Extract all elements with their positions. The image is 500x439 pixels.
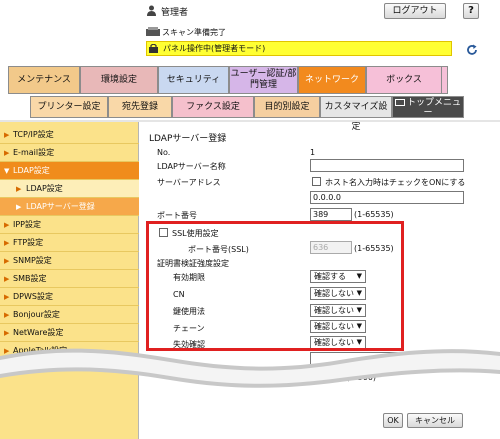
subtab-customize[interactable]: カスタマイズ設定 [320, 96, 392, 132]
arrow-right-icon: ▶ [16, 185, 22, 193]
sidebar-item-label: LDAP設定 [26, 184, 63, 193]
no-value: 1 [310, 148, 316, 157]
sidebar-item-label: IPP設定 [13, 220, 42, 229]
sidebar-item-label: TCP/IP設定 [13, 130, 54, 139]
sidebar-item-ftp[interactable]: ▶ FTP設定 [0, 234, 139, 252]
tab-network[interactable]: ネットワーク [298, 66, 366, 94]
tab-label: ボックス [386, 75, 422, 85]
tab-label-line2: 門管理 [249, 80, 277, 90]
tab-label: ネットワーク [304, 75, 359, 85]
refresh-icon[interactable] [466, 44, 478, 56]
tab-security[interactable]: セキュリティ [158, 66, 229, 94]
sidebar-item-label: Bonjour設定 [13, 310, 60, 319]
arrow-right-icon: ▶ [4, 131, 10, 139]
arrow-right-icon: ▶ [4, 149, 10, 157]
panel-status-banner: パネル操作中(管理者モード) [146, 41, 452, 56]
sidebar-item-label: LDAP設定 [13, 166, 50, 175]
torn-edge-overlay [0, 348, 500, 388]
ok-button[interactable]: OK [383, 413, 403, 428]
arrow-right-icon: ▶ [4, 239, 10, 247]
tab-label-line1: ユーザー認証/部 [230, 69, 297, 79]
tab-box[interactable]: ボックス [366, 66, 442, 94]
sidebar-item-smb[interactable]: ▶ SMB設定 [0, 270, 139, 288]
port-label: ポート番号 [157, 211, 197, 220]
arrow-right-icon: ▶ [16, 203, 22, 211]
sidebar-item-ldap[interactable]: ▼ LDAP設定 [0, 162, 139, 180]
sidebar-item-label: NetWare設定 [13, 328, 64, 337]
sidebar-item-bonjour[interactable]: ▶ Bonjour設定 [0, 306, 139, 324]
menu-icon [394, 99, 405, 106]
arrow-right-icon: ▶ [4, 221, 10, 229]
subtab-purpose[interactable]: 目的別設定 [254, 96, 320, 118]
tab-environment[interactable]: 環境設定 [80, 66, 158, 94]
highlight-frame [146, 221, 404, 351]
tab-user-auth[interactable]: ユーザー認証/部 門管理 [229, 66, 298, 94]
server-address-input[interactable]: 0.0.0.0 [310, 191, 464, 204]
admin-user-icon [147, 5, 156, 16]
arrow-right-icon: ▶ [4, 311, 10, 319]
port-range: (1-65535) [354, 210, 394, 219]
subtab-printer[interactable]: プリンター設定 [30, 96, 108, 118]
help-button[interactable]: ? [463, 3, 479, 19]
sidebar-item-ldap-server[interactable]: ▶ LDAPサーバー登録 [0, 198, 139, 216]
hostname-check-label: ホスト名入力時はチェックをONにする [325, 178, 466, 187]
logout-button[interactable]: ログアウト [384, 3, 446, 19]
sidebar-item-label: DPWS設定 [13, 292, 53, 301]
sidebar-item-snmp[interactable]: ▶ SNMP設定 [0, 252, 139, 270]
sidebar-item-dpws[interactable]: ▶ DPWS設定 [0, 288, 139, 306]
server-name-label: LDAPサーバー名称 [157, 162, 226, 171]
top-menu-label-line1: トップメニュー [406, 98, 461, 118]
arrow-right-icon: ▶ [4, 293, 10, 301]
sidebar-item-label: SMB設定 [13, 274, 47, 283]
subtab-fax[interactable]: ファクス設定 [172, 96, 254, 118]
server-name-input[interactable] [310, 159, 464, 172]
admin-label: 管理者 [161, 8, 189, 18]
sidebar-item-tcpip[interactable]: ▶ TCP/IP設定 [0, 126, 139, 144]
sidebar-item-email[interactable]: ▶ E-mail設定 [0, 144, 139, 162]
no-label: No. [157, 148, 171, 157]
sidebar-item-label: LDAPサーバー登録 [26, 202, 95, 211]
arrow-right-icon: ▶ [4, 257, 10, 265]
server-address-label: サーバーアドレス [157, 178, 221, 187]
hostname-checkbox[interactable] [312, 177, 321, 186]
port-input[interactable]: 389 [310, 208, 352, 221]
tab-label: メンテナンス [17, 75, 71, 85]
sidebar-item-label: SNMP設定 [13, 256, 52, 265]
tab-label: セキュリティ [166, 75, 221, 85]
sidebar-item-label: FTP設定 [13, 238, 44, 247]
panel-status-label: パネル操作中(管理者モード) [163, 44, 266, 53]
lock-icon [149, 44, 158, 53]
scan-status: スキャン準備完了 [162, 28, 226, 37]
page-title: LDAPサーバー登録 [149, 134, 227, 144]
tab-maintenance[interactable]: メンテナンス [8, 66, 80, 94]
subtab-top-menu[interactable]: トップメニュー へ [392, 96, 464, 128]
scanner-icon [146, 27, 160, 36]
sidebar-item-label: E-mail設定 [13, 148, 55, 157]
tab-edge [442, 66, 448, 94]
tab-label: 環境設定 [100, 75, 137, 85]
sidebar-item-ipp[interactable]: ▶ IPP設定 [0, 216, 139, 234]
arrow-right-icon: ▶ [4, 275, 10, 283]
subtab-destination[interactable]: 宛先登録 [108, 96, 172, 118]
sidebar-item-ldap-settings[interactable]: ▶ LDAP設定 [0, 180, 139, 198]
cancel-button[interactable]: キャンセル [407, 413, 463, 428]
arrow-down-icon: ▼ [4, 167, 10, 175]
